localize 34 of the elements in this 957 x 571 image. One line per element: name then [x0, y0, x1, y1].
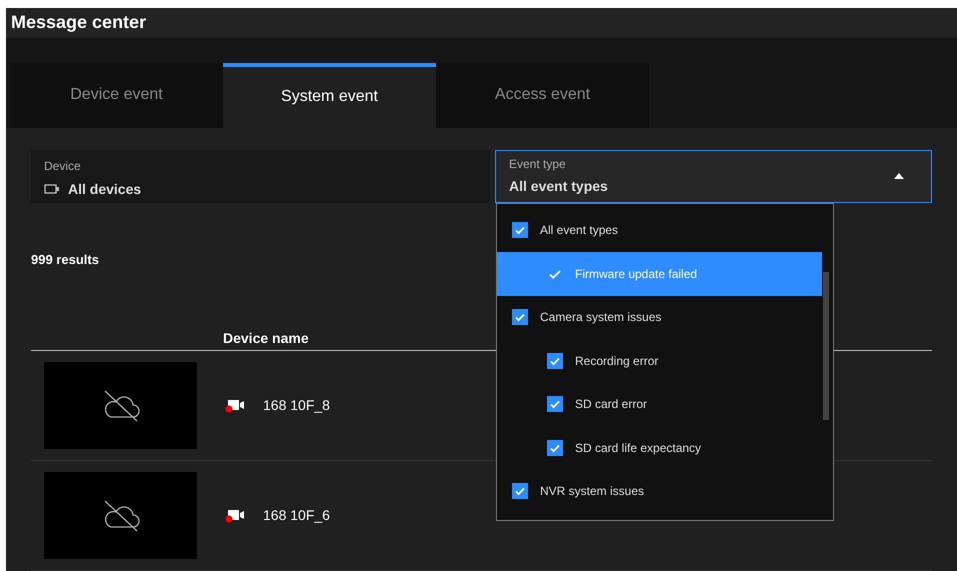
- check-icon: [514, 224, 526, 236]
- device-name: 168 10F_6: [263, 506, 330, 525]
- dropdown-option[interactable]: Recording error: [497, 339, 833, 382]
- field-value: All event types: [509, 177, 608, 196]
- checkbox[interactable]: [547, 396, 563, 412]
- checkbox[interactable]: [547, 440, 563, 456]
- dropdown-option[interactable]: NVR system issues: [497, 470, 833, 513]
- dropdown-option[interactable]: SD card error: [497, 382, 833, 426]
- field-value: All devices: [68, 180, 142, 198]
- camera-status-icon: [225, 508, 247, 522]
- dropdown-option[interactable]: SD card life expectancy: [497, 426, 833, 470]
- checkbox[interactable]: [512, 483, 528, 500]
- column-header: Device name: [223, 330, 309, 346]
- field-label: Device: [44, 158, 82, 174]
- device-name: 168 10F_8: [263, 396, 330, 415]
- caret-up-icon: [893, 172, 905, 180]
- device-filter[interactable]: Device All devices: [31, 150, 490, 202]
- results-count: 999 results: [31, 250, 100, 268]
- check-icon: [514, 485, 526, 498]
- dropdown-option[interactable]: All event types: [497, 208, 833, 252]
- event-type-filter[interactable]: Event type All event types: [495, 150, 932, 202]
- tab[interactable]: Access event: [436, 62, 649, 128]
- field-label: Event type: [509, 156, 567, 173]
- checkbox[interactable]: [512, 222, 528, 238]
- dropdown-option[interactable]: Camera system issues: [497, 296, 833, 339]
- camera-status-icon: [225, 398, 247, 412]
- checkbox[interactable]: [512, 309, 528, 326]
- tab[interactable]: Device event: [10, 62, 223, 128]
- check-icon: [514, 311, 526, 324]
- camera-icon: [44, 184, 60, 194]
- check-icon: [549, 398, 561, 410]
- window-title: Message center: [11, 11, 146, 34]
- checkbox[interactable]: [547, 352, 563, 369]
- tab[interactable]: System event: [223, 62, 436, 128]
